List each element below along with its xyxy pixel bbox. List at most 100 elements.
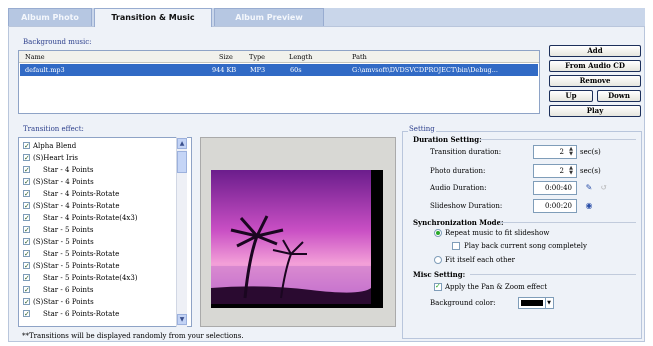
dropdown-arrow-icon[interactable]: ▼ — [545, 298, 552, 308]
transition-item[interactable]: Star - 6 Points — [23, 284, 93, 296]
transition-checkbox[interactable] — [23, 212, 30, 224]
transition-item[interactable]: (S)Heart Iris — [23, 152, 78, 164]
transition-label: Star - 6 Points-Rotate — [43, 310, 120, 318]
music-row-name: default.mp3 — [25, 66, 65, 74]
transition-scrollbar[interactable]: ▲ ▼ — [176, 137, 187, 327]
photo-duration-input[interactable]: 2 ▲ ▼ — [533, 164, 577, 178]
play-button[interactable]: Play — [549, 105, 641, 117]
transition-checkbox[interactable] — [23, 176, 30, 188]
background-color-label: Background color: — [430, 299, 496, 307]
add-button[interactable]: Add — [549, 45, 641, 57]
transition-label: Star - 4 Points — [43, 166, 94, 174]
audio-duration-label: Audio Duration: — [430, 184, 487, 192]
column-length[interactable]: Length — [289, 51, 312, 63]
pan-zoom-label: Apply the Pan & Zoom effect — [445, 283, 548, 291]
transition-item[interactable]: Star - 4 Points-Rotate — [23, 188, 119, 200]
transition-item[interactable]: (S)Star - 5 Points — [23, 236, 94, 248]
transition-checkbox[interactable] — [23, 200, 30, 212]
transition-item[interactable]: (S)Star - 6 Points — [23, 296, 94, 308]
audio-edit-icon[interactable]: ✎ — [583, 182, 595, 194]
music-row-path: G:\amvsoft\DVDSVCDPROJECT\bin\Debug... — [352, 66, 498, 74]
divider — [470, 274, 636, 275]
music-row[interactable]: default.mp3 944 KB MP3 60s G:\amvsoft\DV… — [20, 64, 538, 76]
transition-item[interactable]: Star - 5 Points-Rotate(4x3) — [23, 272, 138, 284]
transition-label: (S)Star - 4 Points-Rotate — [33, 202, 120, 210]
tab-transition-music[interactable]: Transition & Music — [94, 8, 212, 27]
transition-checkbox[interactable] — [23, 272, 30, 284]
scroll-up-icon[interactable]: ▲ — [177, 138, 187, 149]
scroll-down-icon[interactable]: ▼ — [177, 314, 187, 325]
transition-item[interactable]: Star - 4 Points — [23, 164, 93, 176]
transition-checkbox[interactable] — [23, 164, 30, 176]
audio-reset-icon[interactable]: ↺ — [598, 182, 610, 194]
scroll-thumb[interactable] — [177, 151, 187, 173]
seconds-unit-label: sec(s) — [580, 167, 601, 175]
from-audio-cd-button[interactable]: From Audio CD — [549, 60, 641, 72]
transition-label: Star - 6 Points — [43, 286, 94, 294]
repeat-music-label: Repeat music to fit slideshow — [445, 229, 550, 237]
spin-arrows-icon[interactable]: ▲ ▼ — [567, 147, 575, 157]
background-color-picker[interactable]: ▼ — [518, 297, 554, 309]
music-row-size: 944 KB — [212, 66, 237, 74]
tab-album-photo[interactable]: Album Photo — [8, 8, 92, 26]
divider — [500, 222, 636, 223]
slideshow-duration-label: Slideshow Duration: — [430, 202, 503, 210]
remove-button[interactable]: Remove — [549, 75, 641, 87]
repeat-music-radio[interactable] — [434, 229, 442, 237]
pan-zoom-checkbox[interactable] — [434, 282, 442, 291]
transition-item[interactable]: (S)Star - 5 Points-Rotate — [23, 260, 119, 272]
transition-effect-list[interactable]: Alpha Blend (S)Heart Iris Star - 4 Point… — [18, 137, 192, 327]
column-name[interactable]: Name — [25, 51, 45, 63]
transition-label: Alpha Blend — [33, 142, 77, 150]
transition-label: Star - 5 Points-Rotate(4x3) — [43, 274, 138, 282]
down-button[interactable]: Down — [597, 90, 641, 102]
transition-label: (S)Star - 5 Points — [33, 238, 94, 246]
transition-checkbox[interactable] — [23, 152, 30, 164]
transition-item[interactable]: Star - 5 Points-Rotate — [23, 248, 119, 260]
transition-checkbox[interactable] — [23, 236, 30, 248]
transition-label: Star - 5 Points-Rotate — [43, 250, 120, 258]
tab-strip: Album Photo Transition & Music Album Pre… — [8, 8, 645, 27]
transition-item[interactable]: (S)Star - 4 Points — [23, 176, 94, 188]
transition-label: (S)Star - 5 Points-Rotate — [33, 262, 120, 270]
refresh-icon[interactable]: ◉ — [583, 200, 595, 212]
transition-checkbox[interactable] — [23, 224, 30, 236]
music-list-header: Name Size Type Length Path — [19, 51, 539, 63]
transition-preview — [200, 137, 396, 327]
transition-effect-label: Transition effect: — [22, 125, 85, 133]
transition-item[interactable]: Star - 4 Points-Rotate(4x3) — [23, 212, 138, 224]
spin-arrows-icon[interactable]: ▲ ▼ — [567, 166, 575, 176]
transition-checkbox[interactable] — [23, 260, 30, 272]
column-size[interactable]: Size — [219, 51, 233, 63]
photo-duration-label: Photo duration: — [430, 167, 486, 175]
up-button[interactable]: Up — [549, 90, 593, 102]
transition-duration-label: Transition duration: — [430, 148, 502, 156]
play-back-checkbox[interactable] — [452, 242, 460, 250]
transition-label: (S)Heart Iris — [33, 154, 79, 162]
column-type[interactable]: Type — [249, 51, 265, 63]
transition-duration-input[interactable]: 2 ▲ ▼ — [533, 145, 577, 159]
preview-image — [201, 138, 395, 326]
setting-label: Setting — [408, 125, 436, 133]
transition-item[interactable]: Alpha Blend — [23, 140, 76, 152]
transition-label: (S)Star - 6 Points — [33, 298, 94, 306]
column-path[interactable]: Path — [352, 51, 367, 63]
transition-checkbox[interactable] — [23, 308, 30, 320]
transition-item[interactable]: (S)Star - 4 Points-Rotate — [23, 200, 119, 212]
tab-album-preview[interactable]: Album Preview — [214, 8, 324, 26]
transition-item[interactable]: Star - 6 Points-Rotate — [23, 308, 119, 320]
transition-label: Star - 5 Points — [43, 226, 94, 234]
transition-checkbox[interactable] — [23, 296, 30, 308]
duration-setting-label: Duration Setting: — [412, 135, 483, 144]
transition-item[interactable]: Star - 5 Points — [23, 224, 93, 236]
transition-note: **Transitions will be displayed randomly… — [22, 332, 244, 340]
transition-checkbox[interactable] — [23, 140, 30, 152]
transition-label: (S)Star - 4 Points — [33, 178, 94, 186]
transition-checkbox[interactable] — [23, 188, 30, 200]
fit-each-other-radio[interactable] — [434, 256, 442, 264]
music-row-length: 60s — [290, 66, 302, 74]
music-list[interactable]: Name Size Type Length Path default.mp3 9… — [18, 50, 540, 114]
transition-checkbox[interactable] — [23, 248, 30, 260]
transition-checkbox[interactable] — [23, 284, 30, 296]
transition-label: Star - 4 Points-Rotate(4x3) — [43, 214, 138, 222]
